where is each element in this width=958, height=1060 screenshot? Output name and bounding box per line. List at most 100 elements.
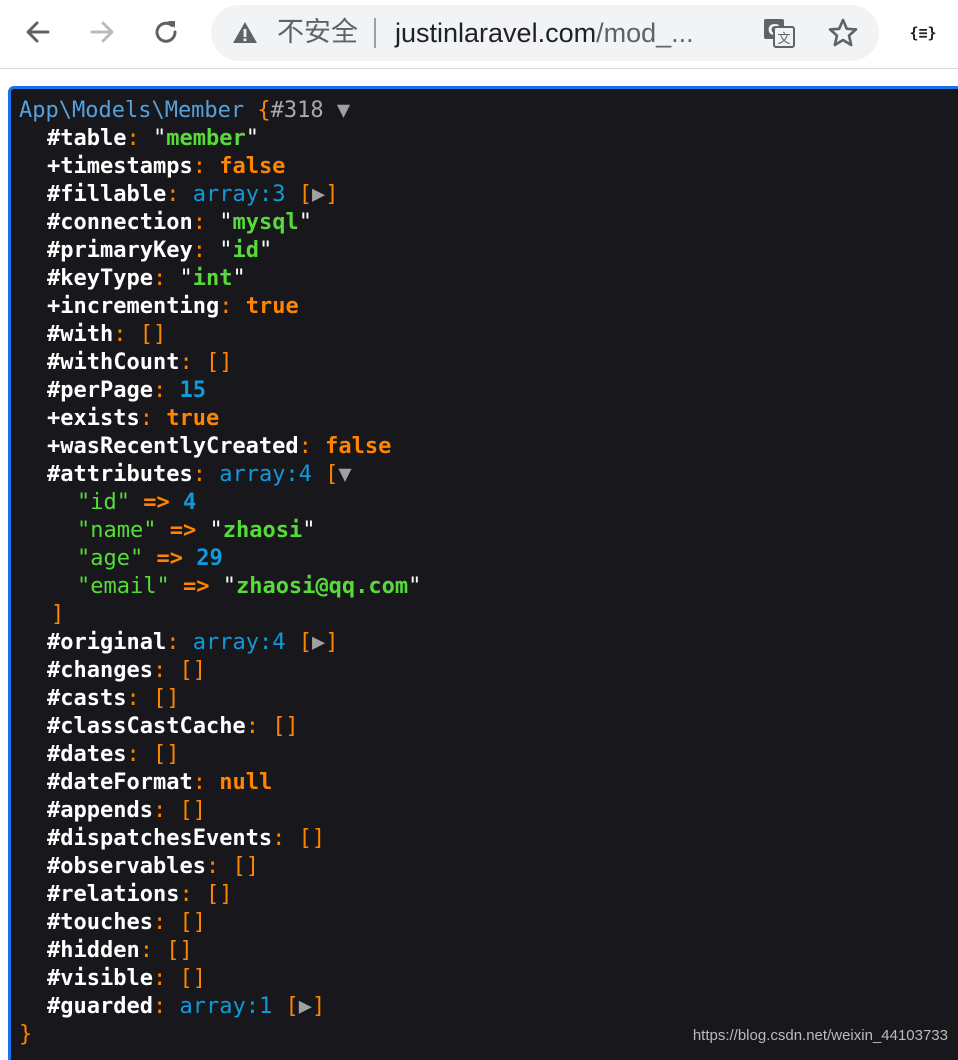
expand-toggle-icon[interactable]: ▶	[299, 994, 312, 1019]
visibility-marker: #	[47, 770, 61, 795]
colon: :	[179, 882, 206, 907]
expand-toggle-icon[interactable]: ▶	[312, 182, 325, 207]
visibility-marker: +	[47, 434, 61, 459]
reload-button[interactable]	[148, 14, 184, 50]
translate-icon[interactable]: G 文	[763, 18, 795, 48]
property-name: timestamps	[60, 154, 193, 179]
property-name: incrementing	[60, 294, 220, 319]
array-item: "name" => "zhaosi"	[11, 517, 958, 545]
visibility-marker: +	[47, 154, 61, 179]
empty-array: []	[298, 826, 326, 851]
colon: :	[152, 994, 180, 1019]
property-name: guarded	[60, 994, 153, 1019]
warning-icon[interactable]	[231, 19, 259, 47]
empty-array: []	[205, 350, 233, 375]
property-row: #visible: []	[11, 965, 958, 993]
empty-array: []	[179, 966, 206, 991]
json-viewer-extension-icon[interactable]: {≡}	[906, 20, 940, 46]
keyword-value: false	[219, 154, 286, 179]
property-name: relations	[60, 882, 180, 907]
array-key: "email"	[77, 574, 170, 599]
expand-toggle-icon[interactable]: ▶	[312, 630, 325, 655]
property-row: +exists: true	[11, 405, 958, 433]
property-name: hidden	[60, 938, 140, 963]
object-id: #318	[270, 98, 324, 123]
svg-text:文: 文	[777, 32, 790, 47]
number-value: 15	[179, 378, 206, 403]
colon: :	[192, 154, 220, 179]
open-bracket: [	[298, 630, 312, 655]
array-item: "id" => 4	[11, 489, 958, 517]
property-name: dateFormat	[60, 770, 193, 795]
empty-array: []	[179, 658, 206, 683]
property-row: #relations: []	[11, 881, 958, 909]
empty-array: []	[205, 882, 233, 907]
array-key: "name"	[77, 518, 157, 543]
colon: :	[152, 798, 180, 823]
quote: "	[179, 266, 193, 291]
collapse-toggle-icon[interactable]: ▼	[338, 462, 351, 487]
visibility-marker: #	[47, 238, 61, 263]
colon: :	[152, 966, 180, 991]
collapse-toggle-icon[interactable]: ▼	[337, 98, 350, 123]
visibility-marker: #	[47, 126, 61, 151]
property-row: #changes: []	[11, 657, 958, 685]
colon: :	[192, 210, 220, 235]
url-text[interactable]: justinlaravel.com/mod_...	[395, 17, 694, 49]
property-name: keyType	[60, 266, 153, 291]
forward-button[interactable]	[84, 14, 120, 50]
bookmark-star-icon[interactable]	[827, 17, 859, 49]
quote: "	[245, 126, 259, 151]
colon: :	[272, 826, 299, 851]
property-name: table	[60, 126, 127, 151]
property-row: #attributes: array:4 [▼	[11, 461, 958, 489]
visibility-marker: #	[47, 714, 61, 739]
arrow: =>	[143, 546, 197, 571]
open-bracket: [	[285, 994, 299, 1019]
quote: "	[152, 126, 167, 151]
property-row: #connection: "mysql"	[11, 209, 958, 237]
property-row: #fillable: array:3 [▶]	[11, 181, 958, 209]
arrow: =>	[129, 490, 183, 515]
property-row: +timestamps: false	[11, 153, 958, 181]
close-bracket: ]	[311, 994, 326, 1019]
close-bracket: ]	[51, 602, 65, 627]
property-row: #dispatchesEvents: []	[11, 825, 958, 853]
property-row: +incrementing: true	[11, 293, 958, 321]
property-name: visible	[60, 966, 153, 991]
security-label[interactable]: 不安全	[277, 17, 358, 49]
property-row: #casts: []	[11, 685, 958, 713]
keyword-value: true	[245, 294, 299, 319]
visibility-marker: #	[47, 210, 61, 235]
property-row: #keyType: "int"	[11, 265, 958, 293]
colon: :	[245, 714, 273, 739]
visibility-marker: #	[47, 322, 61, 347]
colon: :	[152, 658, 180, 683]
visibility-marker: #	[47, 266, 61, 291]
back-button[interactable]	[20, 14, 56, 50]
visibility-marker: #	[47, 910, 61, 935]
property-name: changes	[60, 658, 153, 683]
property-name: dates	[60, 742, 127, 767]
property-name: casts	[60, 686, 127, 711]
close-brace: }	[19, 1022, 33, 1047]
string-value: zhaosi@qq.com	[235, 574, 409, 599]
open-brace: {	[257, 98, 271, 123]
visibility-marker: #	[47, 182, 61, 207]
property-name: attributes	[60, 462, 193, 487]
quote: "	[298, 210, 312, 235]
string-value: member	[166, 126, 246, 151]
visibility-marker: #	[47, 994, 61, 1019]
colon: :	[179, 350, 206, 375]
property-name: original	[60, 630, 167, 655]
dump-header: App\Models\Member {#318 ▼	[11, 97, 958, 125]
visibility-marker: #	[47, 798, 61, 823]
empty-array: []	[152, 686, 180, 711]
array-type-note: array:4	[192, 630, 286, 655]
address-bar[interactable]: 不安全 justinlaravel.com/mod_... G 文	[211, 5, 879, 61]
array-type-note: array:1	[179, 994, 273, 1019]
empty-array: []	[272, 714, 299, 739]
url-host: justinlaravel.com	[395, 18, 597, 48]
arrow: =>	[169, 574, 223, 599]
array-close: ]	[11, 601, 958, 629]
